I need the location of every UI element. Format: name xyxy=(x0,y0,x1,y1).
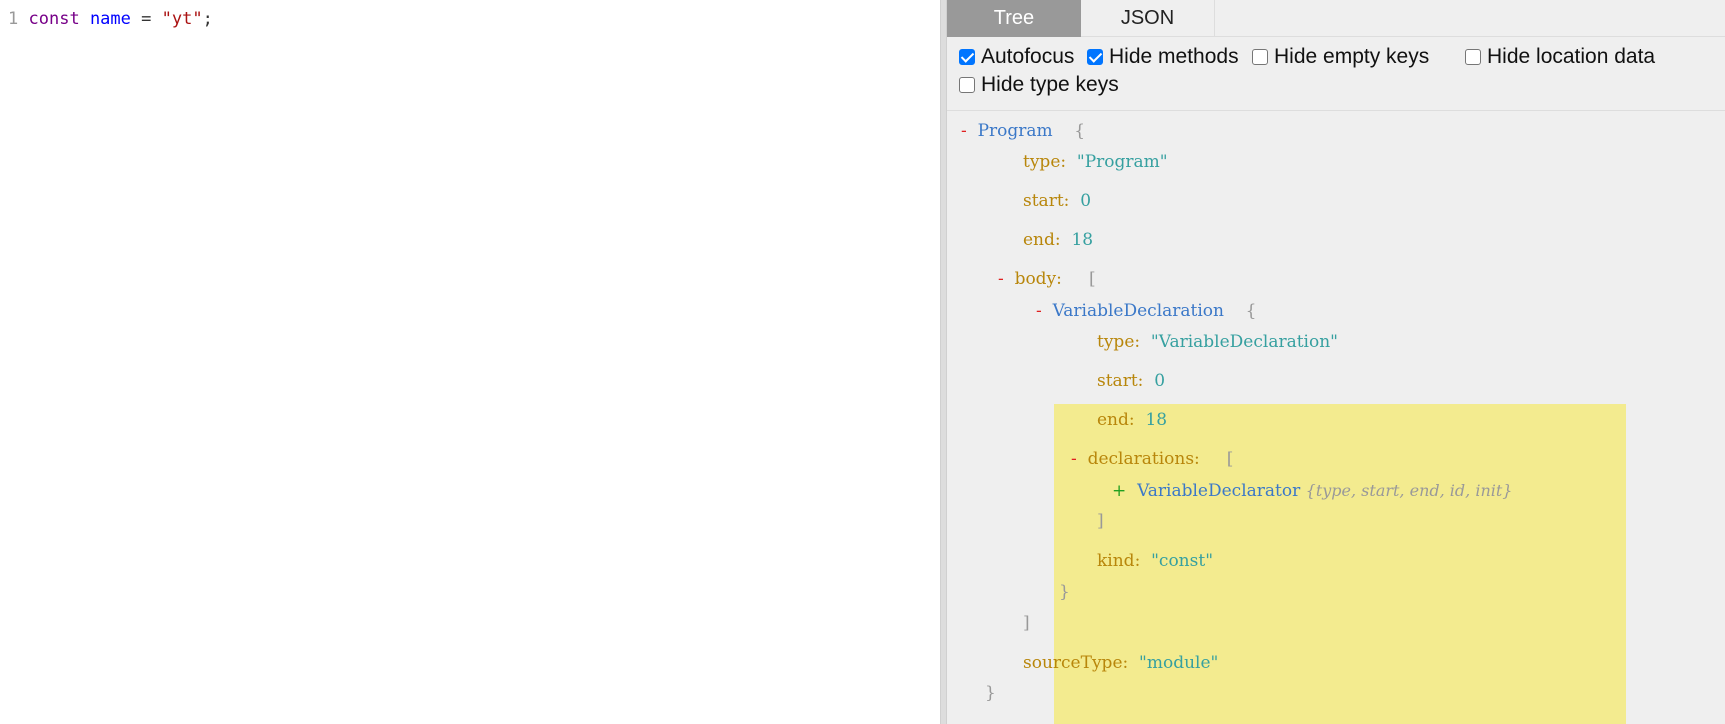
declaration-open-brace: { xyxy=(1245,301,1257,321)
body-open-bracket: [ xyxy=(1088,269,1096,289)
hide-type-keys-checkbox[interactable] xyxy=(959,77,975,93)
property-key: start: xyxy=(1097,371,1144,391)
property-key: type: xyxy=(1023,152,1067,172)
collapse-body-toggle[interactable]: - xyxy=(998,269,1004,289)
declarations-close-bracket: ] xyxy=(1097,511,1104,531)
hide-location-data-label: Hide location data xyxy=(1487,45,1656,68)
code-operator: = xyxy=(141,9,152,29)
property-value: 18 xyxy=(1145,410,1168,430)
output-tabs: Tree JSON xyxy=(947,0,1725,37)
tree-row-variable-declarator: + VariableDeclarator {type, start, end, … xyxy=(1112,480,1512,502)
declarations-open-bracket: [ xyxy=(1226,449,1234,469)
tree-row-body: - body: [ xyxy=(998,268,1096,290)
line-number: 1 xyxy=(8,9,19,29)
tree-row-variable-declaration: - VariableDeclaration { xyxy=(1036,300,1256,322)
program-open-brace: { xyxy=(1074,121,1086,141)
autofocus-label: Autofocus xyxy=(981,45,1075,68)
tree-options: Autofocus Hide methods Hide empty keys H… xyxy=(947,37,1725,111)
hide-empty-keys-checkbox[interactable] xyxy=(1252,49,1268,65)
code-editor[interactable]: 1 const name = "yt"; xyxy=(0,0,940,724)
property-value: "Program" xyxy=(1076,152,1168,172)
code-terminator: ; xyxy=(202,9,213,29)
program-node-label[interactable]: Program xyxy=(978,121,1053,141)
tree-row-program-close: } xyxy=(985,682,996,704)
tree-row-program: - Program { xyxy=(961,120,1085,142)
tree-row-program-type: type: "Program" xyxy=(1023,151,1168,173)
code-keyword: const xyxy=(28,9,80,29)
collapse-declarations-toggle[interactable]: - xyxy=(1071,449,1077,469)
declarator-summary: {type, start, end, id, init} xyxy=(1305,481,1513,500)
program-close-brace: } xyxy=(985,683,996,703)
tab-tree[interactable]: Tree xyxy=(947,0,1081,37)
tree-row-declarations: - declarations: [ xyxy=(1071,448,1233,470)
property-key: end: xyxy=(1097,410,1135,430)
property-key[interactable]: body: xyxy=(1015,269,1062,289)
property-key: kind: xyxy=(1097,551,1141,571)
property-key[interactable]: declarations: xyxy=(1088,449,1200,469)
property-value: "module" xyxy=(1139,653,1219,673)
collapse-program-toggle[interactable]: - xyxy=(961,121,967,141)
property-value: "VariableDeclaration" xyxy=(1150,332,1338,352)
tab-json[interactable]: JSON xyxy=(1081,0,1215,37)
hide-methods-label: Hide methods xyxy=(1109,45,1239,68)
ast-tree: - Program { type: "Program" start: 0 end… xyxy=(947,112,1725,724)
body-close-bracket: ] xyxy=(1023,613,1030,633)
property-key: start: xyxy=(1023,191,1070,211)
declaration-close-brace: } xyxy=(1059,582,1070,602)
collapse-declaration-toggle[interactable]: - xyxy=(1036,301,1042,321)
hide-methods-checkbox[interactable] xyxy=(1087,49,1103,65)
output-pane: Tree JSON Autofocus Hide methods Hide em… xyxy=(947,0,1725,724)
hide-location-data-checkbox[interactable] xyxy=(1465,49,1481,65)
tree-row-program-start: start: 0 xyxy=(1023,190,1091,212)
tree-row-declaration-type: type: "VariableDeclaration" xyxy=(1097,331,1338,353)
code-line-1[interactable]: 1 const name = "yt"; xyxy=(8,8,213,30)
tree-row-program-source-type: sourceType: "module" xyxy=(1023,652,1218,674)
property-key: sourceType: xyxy=(1023,653,1129,673)
tree-row-declarations-close: ] xyxy=(1097,510,1104,532)
code-identifier: name xyxy=(89,9,131,29)
hide-empty-keys-label: Hide empty keys xyxy=(1274,45,1430,68)
tree-row-declaration-close: } xyxy=(1059,581,1070,603)
pane-resize-handle[interactable] xyxy=(940,0,947,724)
tree-row-declaration-start: start: 0 xyxy=(1097,370,1165,392)
hide-type-keys-label: Hide type keys xyxy=(981,73,1119,96)
variable-declarator-node-label[interactable]: VariableDeclarator xyxy=(1137,481,1300,501)
property-value: 0 xyxy=(1154,371,1166,391)
property-value: "const" xyxy=(1151,551,1214,571)
property-value: 18 xyxy=(1071,230,1094,250)
property-key: type: xyxy=(1097,332,1141,352)
tree-row-program-end: end: 18 xyxy=(1023,229,1093,251)
property-value: 0 xyxy=(1080,191,1092,211)
code-string: "yt" xyxy=(161,9,203,29)
tree-row-declaration-end: end: 18 xyxy=(1097,409,1167,431)
property-key: end: xyxy=(1023,230,1061,250)
autofocus-checkbox[interactable] xyxy=(959,49,975,65)
tree-row-body-close: ] xyxy=(1023,612,1030,634)
variable-declaration-node-label[interactable]: VariableDeclaration xyxy=(1053,301,1224,321)
tree-row-declaration-kind: kind: "const" xyxy=(1097,550,1213,572)
expand-declarator-toggle[interactable]: + xyxy=(1112,481,1126,501)
